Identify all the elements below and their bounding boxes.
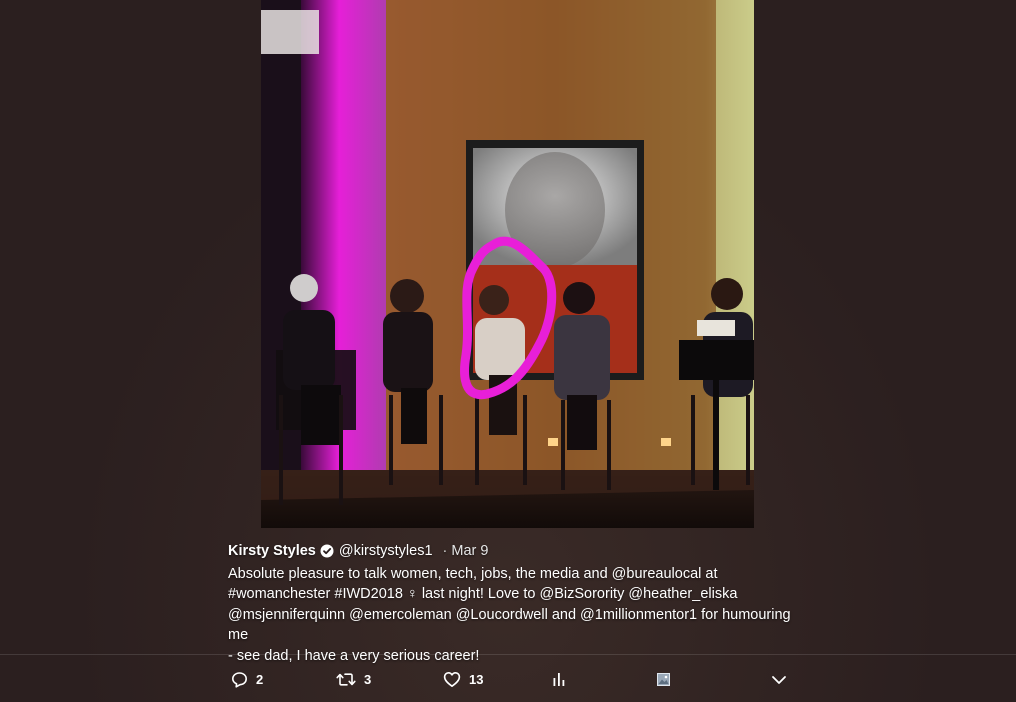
retweet-button[interactable]: 3 <box>336 668 371 690</box>
reply-icon <box>231 671 248 688</box>
image-icon <box>657 672 670 686</box>
media-button[interactable] <box>657 668 670 690</box>
heart-icon <box>443 671 461 688</box>
tweet-caption: Kirsty Styles @kirstystyles1 · Mar 9 Abs… <box>228 541 798 666</box>
author-display-name[interactable]: Kirsty Styles <box>228 541 316 562</box>
separator-dot: · <box>442 543 448 559</box>
tweet-text: Absolute pleasure to talk women, tech, j… <box>228 564 798 667</box>
tweet-text-line: #womanchester #IWD2018 ♀ last night! Lov… <box>228 586 738 602</box>
reply-button[interactable]: 2 <box>231 668 263 690</box>
event-panel-photo <box>261 0 754 528</box>
tweet-photo[interactable] <box>261 0 754 528</box>
tweet-text-line: @msjenniferquinn @emercoleman @Loucordwe… <box>228 606 791 644</box>
retweet-count: 3 <box>364 671 372 687</box>
tweet-action-bar: 2 3 13 <box>0 655 1016 702</box>
author-handle[interactable]: @kirstystyles1 <box>339 541 433 562</box>
like-count: 13 <box>469 671 484 687</box>
tweet-header: Kirsty Styles @kirstystyles1 · Mar 9 <box>228 541 798 562</box>
analytics-icon <box>552 671 566 688</box>
more-options-button[interactable] <box>771 668 787 690</box>
analytics-button[interactable] <box>552 668 566 690</box>
chevron-down-icon <box>771 671 787 688</box>
verified-badge-icon <box>320 544 334 558</box>
retweet-icon <box>336 671 356 688</box>
tweet-timestamp[interactable]: Mar 9 <box>451 541 488 562</box>
reply-count: 2 <box>256 671 264 687</box>
tweet-text-line: Absolute pleasure to talk women, tech, j… <box>228 565 718 582</box>
like-button[interactable]: 13 <box>443 668 483 690</box>
